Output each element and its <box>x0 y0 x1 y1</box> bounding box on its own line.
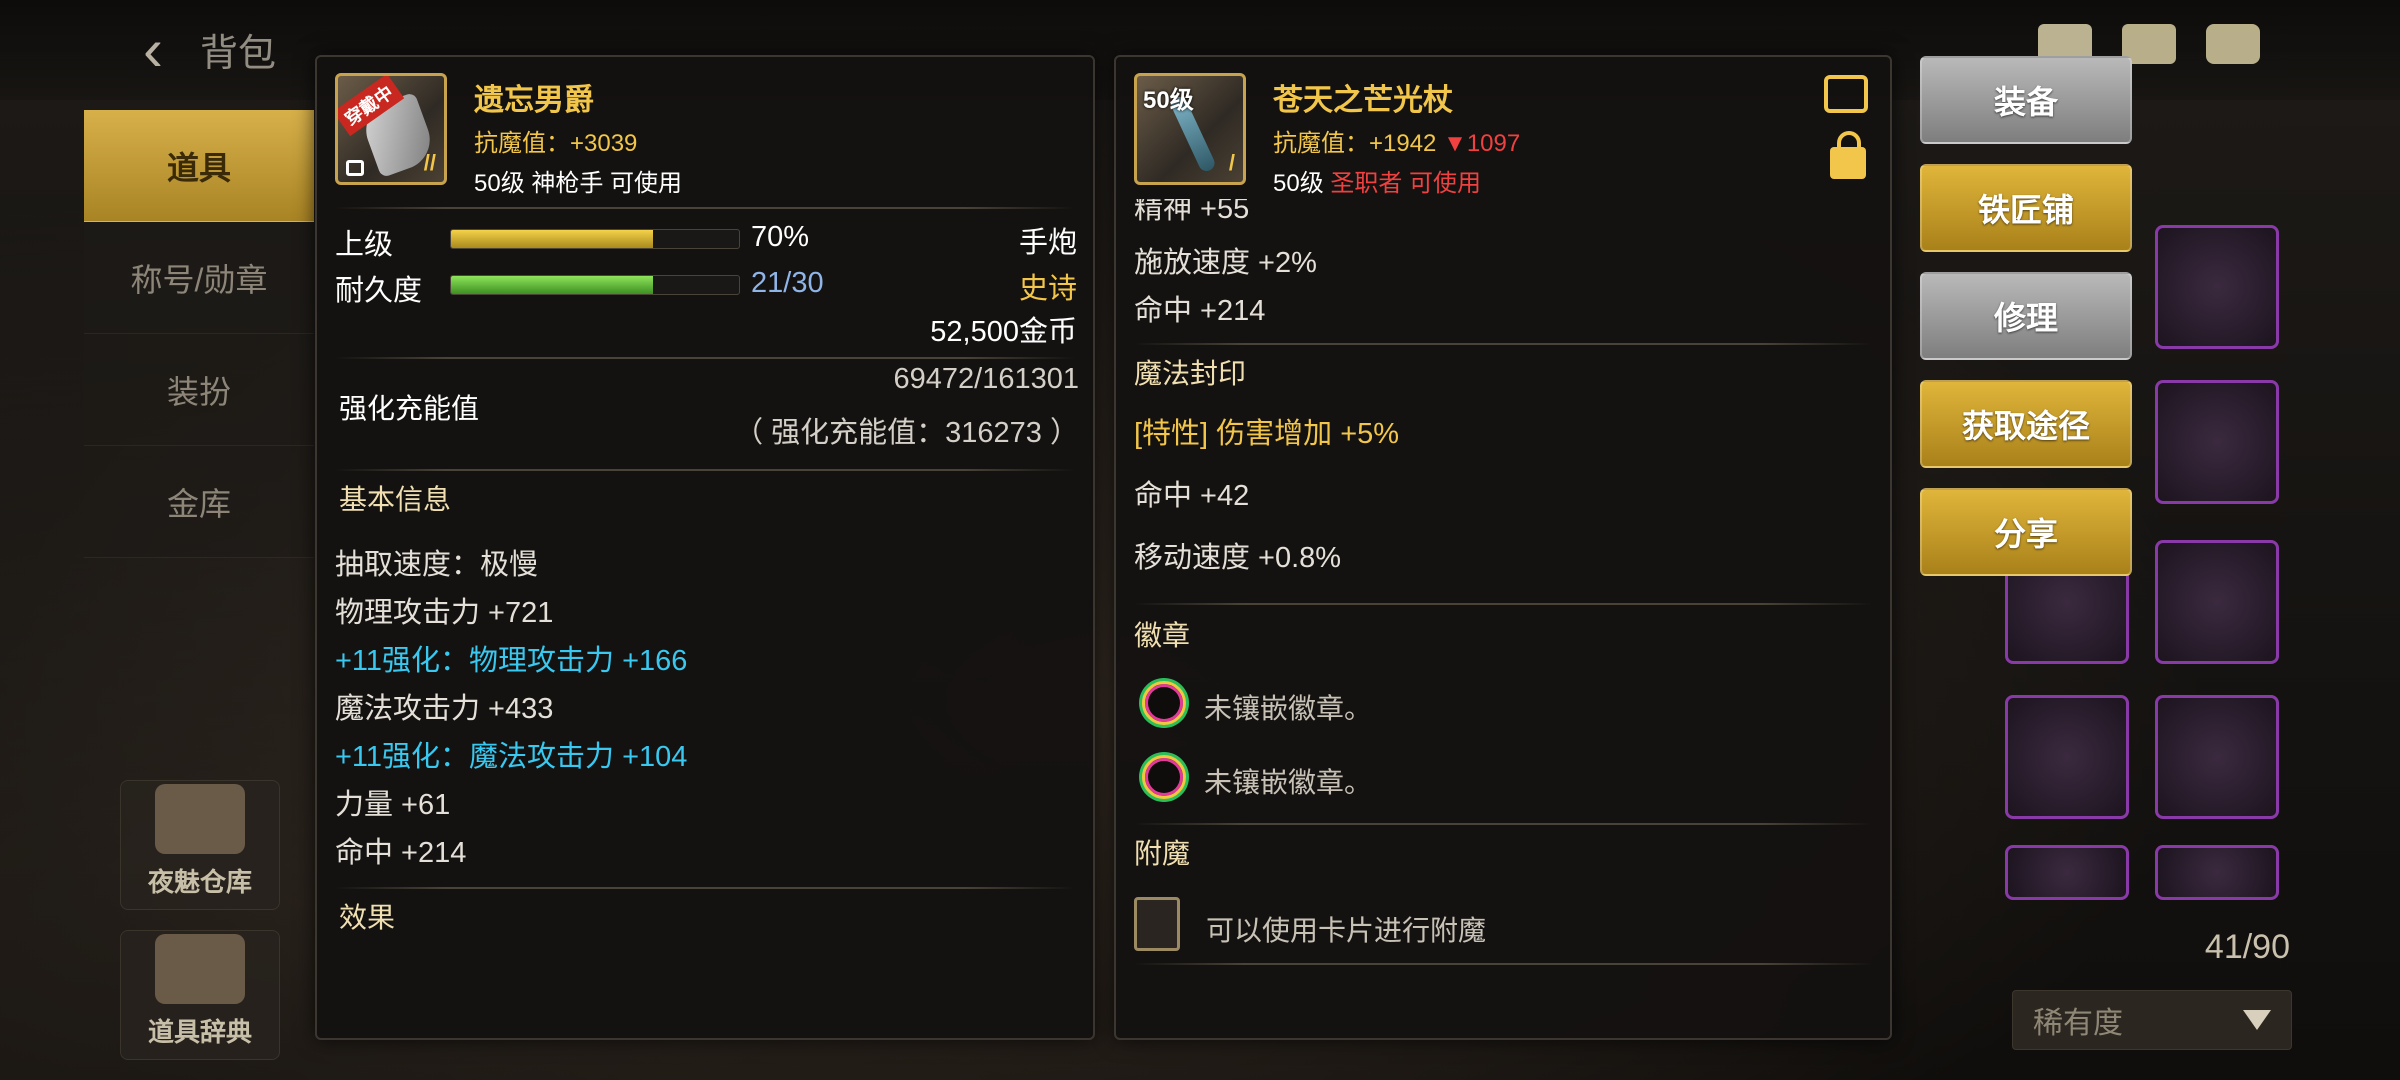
upgrade-row: 上级 70% 手炮 <box>317 215 1093 261</box>
item-level-badge: 50级 <box>1143 87 1194 114</box>
magic-resist-diff: ▼1097 <box>1443 130 1521 157</box>
selected-item-tooltip: 50级 / 苍天之芒光杖 抗魔值：+1942 ▼1097 50级 圣职者 可使用… <box>1114 55 1892 1040</box>
stat-line: 命中 +214 <box>1134 295 1266 327</box>
durability-fill <box>451 276 653 294</box>
weapon-type: 手炮 <box>1018 227 1077 259</box>
stat-line: 力量 +61 <box>335 789 451 821</box>
item-requirement: 50级 神枪手 可使用 <box>474 170 683 197</box>
stat-line: 物理攻击力 +721 <box>335 597 554 629</box>
tab-items[interactable]: 道具 <box>84 110 314 222</box>
item-price: 52,500金币 <box>930 316 1077 348</box>
enhance-charge-label: 强化充能值 <box>339 393 480 424</box>
stat-line: 施放速度 +2% <box>1134 247 1317 279</box>
item-name: 遗忘男爵 <box>474 84 594 117</box>
basic-stats-list: 抽取速度：极慢 物理攻击力 +721 +11强化：物理攻击力 +166 魔法攻击… <box>317 541 1093 877</box>
item-requirement: 50级 圣职者 可使用 <box>1273 163 1481 198</box>
durability-value: 21/30 <box>751 267 824 299</box>
inventory-slot[interactable] <box>2155 845 2279 900</box>
inventory-slot[interactable] <box>2155 380 2279 504</box>
dictionary-icon <box>155 934 245 1004</box>
inventory-slot[interactable] <box>2005 695 2129 819</box>
item-name: 苍天之芒光杖 <box>1273 84 1453 117</box>
card-slot-icon <box>1134 897 1180 951</box>
sort-label: 稀有度 <box>2033 1007 2123 1040</box>
upgrade-progress-bar <box>450 229 740 249</box>
upgrade-progress-fill <box>451 230 653 248</box>
magic-seal-title: 魔法封印 <box>1134 358 1247 389</box>
item-dictionary-label: 道具辞典 <box>147 1017 252 1047</box>
action-buttons: 装备 铁匠铺 修理 获取途径 分享 <box>1920 56 2132 596</box>
stat-line: 精神 +55 <box>1134 199 1250 225</box>
durability-row: 耐久度 21/30 史诗 <box>317 261 1093 307</box>
item-magic-resist: 抗魔值：+1942 ▼1097 <box>1273 123 1520 158</box>
seal-stat-line: 命中 +42 <box>1134 480 1250 512</box>
tab-vault[interactable]: 金库 <box>84 446 314 558</box>
lock-icon <box>346 160 364 176</box>
emblem-slot[interactable]: 未镶嵌徽章。 <box>1116 741 1890 815</box>
emblem-socket-icon <box>1142 755 1186 799</box>
equip-button[interactable]: 装备 <box>1920 56 2132 144</box>
stat-line: +11强化：魔法攻击力 +104 <box>335 741 688 773</box>
effect-title: 效果 <box>339 902 396 933</box>
storage-icon <box>155 784 245 854</box>
durability-label: 耐久度 <box>335 275 423 307</box>
tooltip-scroll-area[interactable]: 精神 +55 施放速度 +2% 命中 +214 魔法封印 [特性] 伤害增加 +… <box>1116 199 1890 1038</box>
stat-line: +11强化：物理攻击力 +166 <box>335 645 688 677</box>
chevron-down-icon <box>2243 1010 2271 1030</box>
inventory-count: 41/90 <box>2204 928 2290 966</box>
divider <box>1134 963 1872 965</box>
seal-stat-line: [特性] 伤害增加 +5% <box>1134 418 1400 450</box>
item-magic-resist: 抗魔值：+3039 <box>474 130 638 157</box>
required-class: 圣职者 可使用 <box>1330 170 1482 197</box>
chat-icon[interactable] <box>2206 24 2260 64</box>
stat-line: 命中 +214 <box>335 837 467 869</box>
enhance-charge-value: 69472/161301 <box>893 363 1079 395</box>
enchant-slot[interactable]: 可以使用卡片进行附魔 <box>1116 883 1890 963</box>
emblem-slot[interactable]: 未镶嵌徽章。 <box>1116 667 1890 741</box>
item-rarity: 史诗 <box>1018 273 1077 305</box>
item-dictionary-button[interactable]: 道具辞典 <box>120 930 280 1060</box>
inventory-slot[interactable] <box>2155 540 2279 664</box>
inventory-slot[interactable] <box>2155 225 2279 349</box>
inventory-slot[interactable] <box>2155 695 2279 819</box>
obtain-source-button[interactable]: 获取途径 <box>1920 380 2132 468</box>
page-title: 背包 <box>200 33 277 75</box>
back-arrow-icon[interactable]: ‹ <box>118 14 188 84</box>
emblem-empty-text: 未镶嵌徽章。 <box>1204 693 1373 724</box>
emblem-socket-icon <box>1142 681 1186 725</box>
emblem-empty-text: 未镶嵌徽章。 <box>1204 767 1373 798</box>
repair-button[interactable]: 修理 <box>1920 272 2132 360</box>
enhance-charge-total: （ 强化充能值：316273 ） <box>734 417 1079 449</box>
sort-dropdown[interactable]: 稀有度 <box>2012 990 2292 1050</box>
upgrade-marks-icon: / <box>1228 150 1235 175</box>
stat-line: 抽取速度：极慢 <box>335 549 539 581</box>
enchant-hint: 可以使用卡片进行附魔 <box>1206 915 1487 946</box>
tab-titles-medals[interactable]: 称号/勋章 <box>84 222 314 334</box>
basic-info-title: 基本信息 <box>339 484 452 515</box>
upgrade-percent: 70% <box>751 221 810 253</box>
equipped-item-tooltip: 穿戴中 // 遗忘男爵 抗魔值：+3039 50级 神枪手 可使用 上级 70%… <box>315 55 1095 1040</box>
tab-avatar[interactable]: 装扮 <box>84 334 314 446</box>
blacksmith-button[interactable]: 铁匠铺 <box>1920 164 2132 252</box>
upgrade-marks-icon: // <box>423 150 436 175</box>
weapon-staff-icon: 50级 / <box>1134 73 1246 185</box>
emblem-title: 徽章 <box>1134 620 1191 651</box>
stat-line: 魔法攻击力 +433 <box>335 693 554 725</box>
share-button[interactable]: 分享 <box>1920 488 2132 576</box>
enchant-title: 附魔 <box>1134 838 1191 869</box>
night-storage-label: 夜魅仓库 <box>147 867 252 897</box>
seal-stat-line: 移动速度 +0.8% <box>1134 542 1342 574</box>
sidebar: 道具 称号/勋章 装扮 金库 <box>84 110 314 558</box>
durability-bar <box>450 275 740 295</box>
inventory-slot[interactable] <box>2005 845 2129 900</box>
required-level: 50级 <box>1273 170 1331 197</box>
weapon-hand-cannon-icon: 穿戴中 // <box>335 73 447 185</box>
night-storage-button[interactable]: 夜魅仓库 <box>120 780 280 910</box>
upgrade-label: 上级 <box>335 229 394 261</box>
share-icon[interactable] <box>1824 75 1868 113</box>
magic-resist-value: 抗魔值：+1942 <box>1273 130 1444 157</box>
lock-icon[interactable] <box>1830 131 1866 179</box>
enhance-charge-block: 强化充能值 69472/161301 （ 强化充能值：316273 ） <box>317 359 1093 469</box>
